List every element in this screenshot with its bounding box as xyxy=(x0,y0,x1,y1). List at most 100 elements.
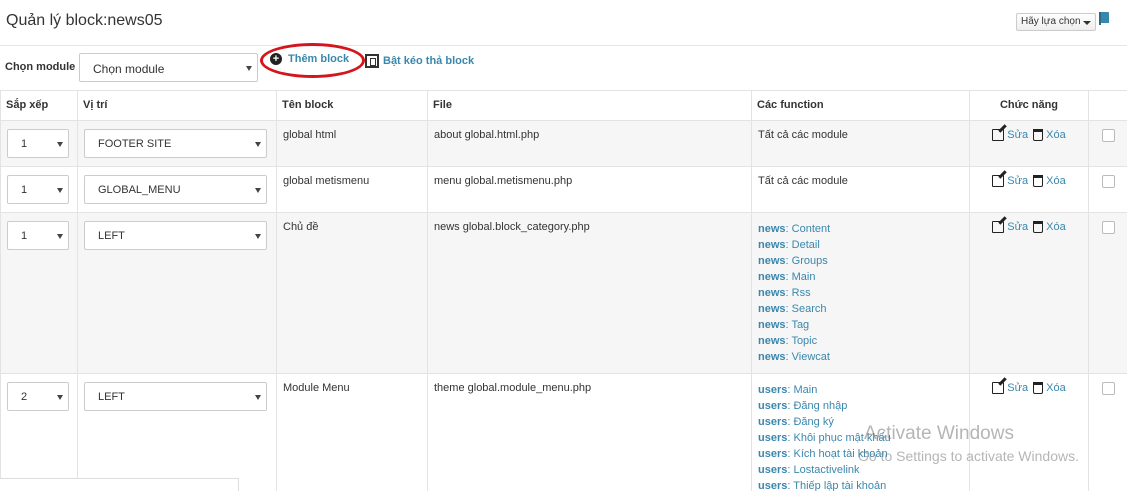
block-file: theme global.module_menu.php xyxy=(427,373,752,491)
function-name: Main xyxy=(791,271,816,283)
col-block-name: Tên block xyxy=(276,90,428,121)
function-item[interactable]: news: Search xyxy=(758,301,963,317)
edit-link[interactable]: Sửa xyxy=(1007,382,1028,394)
function-name: Đăng nhập xyxy=(793,400,848,412)
function-module: news xyxy=(758,287,786,299)
order-select[interactable]: 2 xyxy=(7,382,69,411)
position-select[interactable]: LEFT xyxy=(84,382,267,411)
row-checkbox[interactable] xyxy=(1101,175,1115,188)
page-title: Quản lý block:news05 xyxy=(6,12,163,29)
block-name: Module Menu xyxy=(276,373,428,491)
function-module: news xyxy=(758,239,786,251)
function-name: Lostactivelink xyxy=(793,464,860,476)
function-item[interactable]: news: Main xyxy=(758,269,963,285)
function-item[interactable]: news: Groups xyxy=(758,253,963,269)
function-module: news xyxy=(758,319,786,331)
plus-circle-icon: + xyxy=(270,53,282,65)
function-name: Groups xyxy=(791,255,828,267)
order-select[interactable]: 1 xyxy=(7,175,69,204)
function-module: users xyxy=(758,400,788,412)
function-module: news xyxy=(758,335,786,347)
caret-down-icon xyxy=(255,188,261,193)
row-checkbox[interactable] xyxy=(1101,382,1115,395)
function-item[interactable]: news: Tag xyxy=(758,317,963,333)
function-module: users xyxy=(758,384,788,396)
edit-icon[interactable] xyxy=(992,382,1005,394)
col-position: Vị trí xyxy=(77,90,277,121)
col-order: Sắp xếp xyxy=(0,90,78,121)
top-divider xyxy=(0,45,1127,46)
col-file: File xyxy=(427,90,752,121)
drag-drop-label: Bật kéo thả block xyxy=(383,55,475,67)
caret-down-icon xyxy=(57,234,63,239)
function-item[interactable]: news: Detail xyxy=(758,237,963,253)
function-item[interactable]: news: Rss xyxy=(758,285,963,301)
col-select xyxy=(1088,90,1127,121)
block-functions: Tất cả các module xyxy=(751,166,970,213)
book-icon[interactable] xyxy=(1097,11,1111,27)
function-module: users xyxy=(758,432,788,444)
function-module: news xyxy=(758,223,786,235)
order-select[interactable]: 1 xyxy=(7,221,69,250)
caret-down-icon xyxy=(255,395,261,400)
function-item[interactable]: news: Topic xyxy=(758,333,963,349)
function-item[interactable]: users: Main xyxy=(758,382,963,398)
function-name: Đăng ký xyxy=(793,416,834,428)
edit-icon[interactable] xyxy=(992,175,1005,187)
row-checkbox[interactable] xyxy=(1101,129,1115,142)
block-file: news global.block_category.php xyxy=(427,212,752,374)
module-select-value: Chọn module xyxy=(93,62,165,76)
position-select[interactable]: FOOTER SITE xyxy=(84,129,267,158)
edit-icon[interactable] xyxy=(992,221,1005,233)
add-block-button[interactable]: + Thêm block xyxy=(270,53,349,65)
trash-icon[interactable] xyxy=(1033,175,1044,187)
row-checkbox[interactable] xyxy=(1101,221,1115,234)
block-file: menu global.metismenu.php xyxy=(427,166,752,213)
edit-icon[interactable] xyxy=(992,129,1005,141)
table-row: 1 FOOTER SITE global html about global.h… xyxy=(0,120,1127,167)
delete-link[interactable]: Xóa xyxy=(1046,382,1066,394)
function-module: users xyxy=(758,464,788,476)
block-name: global html xyxy=(276,120,428,167)
function-name: Content xyxy=(791,223,831,235)
delete-link[interactable]: Xóa xyxy=(1046,175,1066,187)
caret-down-icon xyxy=(255,234,261,239)
caret-down-icon xyxy=(246,66,252,71)
edit-link[interactable]: Sửa xyxy=(1007,221,1028,233)
caret-down-icon xyxy=(57,188,63,193)
drag-drop-toggle[interactable]: Bật kéo thả block xyxy=(365,54,474,68)
add-block-label: Thêm block xyxy=(288,53,350,65)
caret-down-icon xyxy=(57,395,63,400)
bottom-panel-tab xyxy=(0,478,239,491)
block-name: Chủ đề xyxy=(276,212,428,374)
position-select[interactable]: GLOBAL_MENU xyxy=(84,175,267,204)
delete-link[interactable]: Xóa xyxy=(1046,221,1066,233)
function-item[interactable]: news: Content xyxy=(758,221,963,237)
trash-icon[interactable] xyxy=(1033,382,1044,394)
position-select[interactable]: LEFT xyxy=(84,221,267,250)
function-item[interactable]: users: Lostactivelink xyxy=(758,462,963,478)
module-select[interactable]: Chọn module xyxy=(79,53,258,82)
table-row: 1 GLOBAL_MENU global metismenu menu glob… xyxy=(0,166,1127,213)
trash-icon[interactable] xyxy=(1033,129,1044,141)
function-item[interactable]: users: Thiếp lập tài khoản xyxy=(758,478,963,491)
delete-link[interactable]: Xóa xyxy=(1046,129,1066,141)
col-actions: Chức năng xyxy=(969,90,1089,121)
block-name: global metismenu xyxy=(276,166,428,213)
module-label: Chọn module xyxy=(5,61,76,73)
col-functions: Các function xyxy=(751,90,970,121)
caret-down-icon xyxy=(255,142,261,147)
function-item[interactable]: users: Đăng nhập xyxy=(758,398,963,414)
function-module: news xyxy=(758,351,786,363)
watermark-subtitle: Go to Settings to activate Windows. xyxy=(858,448,1079,464)
edit-link[interactable]: Sửa xyxy=(1007,129,1028,141)
function-name: Detail xyxy=(791,239,820,251)
choose-dropdown[interactable]: Hãy lựa chọn xyxy=(1016,13,1096,31)
order-select[interactable]: 1 xyxy=(7,129,69,158)
table-row: 1 LEFT Chủ đề news global.block_category… xyxy=(0,212,1127,374)
edit-link[interactable]: Sửa xyxy=(1007,175,1028,187)
function-module: users xyxy=(758,416,788,428)
function-module: news xyxy=(758,303,786,315)
trash-icon[interactable] xyxy=(1033,221,1044,233)
function-item[interactable]: news: Viewcat xyxy=(758,349,963,365)
